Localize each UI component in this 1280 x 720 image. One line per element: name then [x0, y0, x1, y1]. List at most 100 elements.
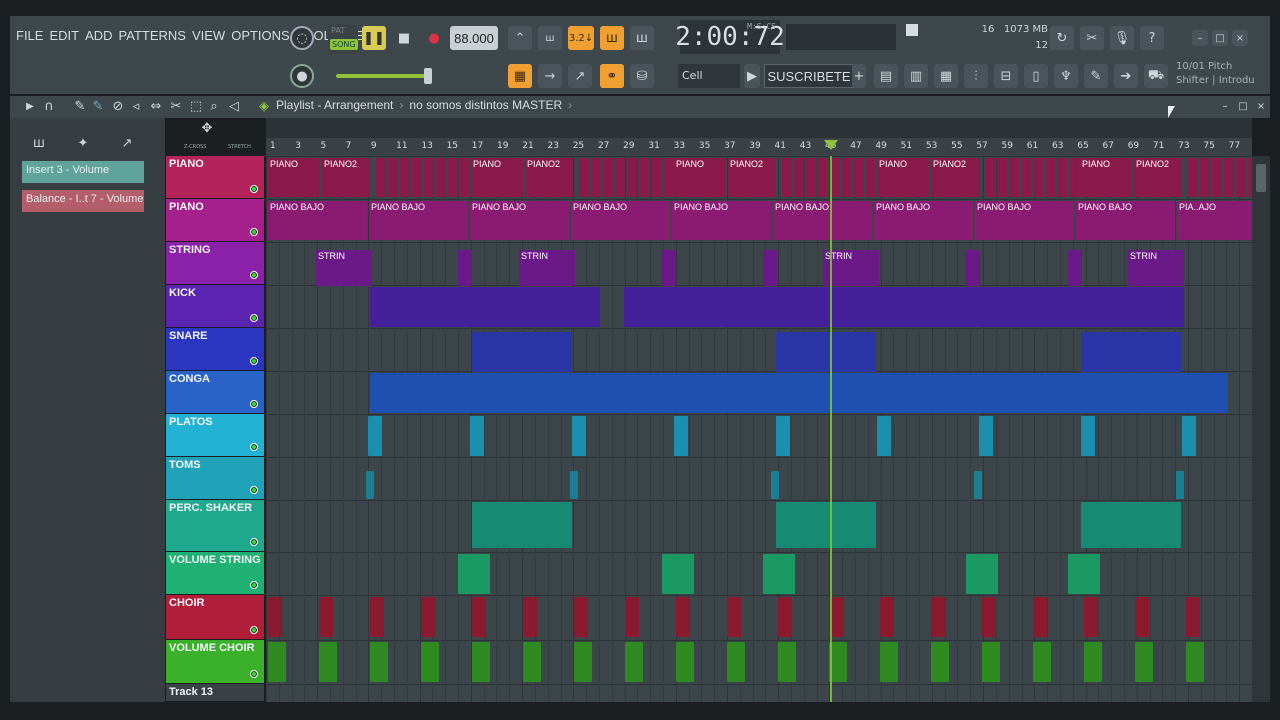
track-header-5[interactable]: SNARE	[166, 328, 264, 370]
playlist-minimize-icon[interactable]: –	[1218, 99, 1232, 113]
pattern-clip[interactable]: PIANO2	[525, 158, 573, 197]
track-header-6[interactable]: CONGA	[166, 371, 264, 413]
pattern-clip[interactable]	[421, 642, 439, 682]
track-header-12[interactable]: VOLUME CHOIR	[166, 640, 264, 683]
pattern-clip[interactable]	[1212, 158, 1222, 197]
pattern-clip[interactable]	[458, 250, 472, 286]
pattern-clip[interactable]	[1236, 158, 1246, 197]
pattern-clip[interactable]: PIANO2	[728, 158, 776, 197]
pattern-clip[interactable]	[319, 642, 337, 682]
pattern-clip[interactable]	[966, 250, 980, 286]
paint-tool-icon[interactable]: ✎	[90, 97, 106, 115]
playlist-menu-icon[interactable]: ▶	[22, 97, 38, 115]
pattern-clip[interactable]	[854, 158, 864, 197]
pattern-clip[interactable]	[1068, 554, 1100, 594]
pattern-clip[interactable]: PIANO	[877, 158, 929, 197]
pattern-clip[interactable]	[472, 332, 572, 372]
pattern-clip[interactable]	[572, 416, 586, 456]
pattern-clip[interactable]	[1021, 158, 1031, 197]
piano-roll-icon[interactable]: ▥	[904, 64, 928, 88]
pattern-clip[interactable]	[603, 158, 613, 197]
track-header-11[interactable]: CHOIR	[166, 595, 264, 639]
pattern-clip[interactable]	[818, 158, 828, 197]
track-mute-led[interactable]	[250, 626, 258, 634]
pattern-clip[interactable]	[880, 642, 898, 682]
pattern-clip[interactable]	[472, 502, 572, 548]
menu-item-file[interactable]: FILE	[16, 28, 43, 43]
playlist-grid[interactable]: PIANO PIANO2 PIANO PIANO2 PIANO PIANO2 PIANO PI…	[266, 156, 1252, 702]
pattern-clip[interactable]	[366, 471, 374, 499]
pattern-clip[interactable]	[974, 471, 982, 499]
pattern-clip[interactable]	[1176, 471, 1184, 499]
playlist-tool-icon[interactable]: ▦	[508, 64, 532, 88]
snap-select[interactable]: Cell	[678, 64, 740, 88]
pattern-clip[interactable]: PIANO BAJO	[874, 201, 973, 240]
pattern-clip[interactable]: STRIN	[519, 250, 575, 286]
pattern-clip[interactable]	[1081, 416, 1095, 456]
loop-record-icon[interactable]: ш	[630, 26, 654, 50]
project-icon[interactable]: ▯	[1024, 64, 1048, 88]
timeline-ruler[interactable]: 1 3 5 7 9 11 13 15 17 19 21 23 25 27 29 31 33 35 37 39 41 43 4…	[266, 138, 1252, 156]
pattern-clip[interactable]	[370, 642, 388, 682]
pattern-clip[interactable]	[591, 158, 601, 197]
pattern-clip[interactable]	[778, 597, 792, 637]
magnet-icon[interactable]: ∩	[40, 97, 58, 115]
song-time-display[interactable]: 2:00:72 M:S:CS	[675, 20, 785, 54]
pattern-clip[interactable]	[763, 554, 795, 594]
pattern-clip[interactable]	[458, 554, 490, 594]
pattern-clip[interactable]	[1182, 416, 1196, 456]
pattern-clip[interactable]	[370, 597, 384, 637]
pattern-clip[interactable]	[570, 471, 578, 499]
pattern-clip[interactable]	[776, 502, 876, 548]
step-edit-button[interactable]: 3.2↓	[568, 26, 594, 50]
pattern-clip[interactable]	[1069, 158, 1079, 197]
pattern-clip[interactable]	[1045, 158, 1055, 197]
pattern-clip[interactable]	[651, 158, 661, 197]
browser-icon[interactable]: ⊟	[994, 64, 1018, 88]
zoom-tool-icon[interactable]: ⌕	[206, 97, 222, 115]
pattern-clip[interactable]: PIANO BAJO	[268, 201, 367, 240]
menu-item-edit[interactable]: EDIT	[49, 28, 79, 43]
track-mute-led[interactable]	[250, 400, 258, 408]
menu-item-add[interactable]: ADD	[85, 28, 112, 43]
track-mute-led[interactable]	[250, 271, 258, 279]
pattern-clip[interactable]	[460, 158, 470, 197]
pattern-clip[interactable]	[866, 158, 876, 197]
master-pitch-knob[interactable]: ◌	[290, 26, 314, 50]
draw-tool-icon[interactable]: ✎	[72, 97, 88, 115]
audio-clips-icon[interactable]: ✦	[74, 134, 92, 152]
stamp-icon[interactable]: ⛁	[630, 64, 654, 88]
pattern-clip[interactable]	[1057, 158, 1067, 197]
track-mute-led[interactable]	[250, 185, 258, 193]
pattern-clip[interactable]: PIANO BAJO	[975, 201, 1074, 240]
pattern-clip[interactable]	[1224, 158, 1234, 197]
pattern-clip[interactable]	[979, 416, 993, 456]
master-volume-handle[interactable]	[424, 68, 432, 84]
pattern-clip[interactable]	[794, 158, 804, 197]
pattern-clip[interactable]: PIANO BAJO	[369, 201, 468, 240]
pattern-clip[interactable]: PIANO BAJO	[1076, 201, 1175, 240]
pattern-clip[interactable]	[1084, 642, 1102, 682]
tempo-display[interactable]: 88.000	[450, 26, 498, 50]
mixer-icon[interactable]: ⫶	[964, 64, 988, 88]
pattern-clip[interactable]	[782, 158, 792, 197]
pattern-clip[interactable]	[676, 597, 690, 637]
slip-tool-icon[interactable]: ⇔	[148, 97, 164, 115]
pattern-clip[interactable]	[523, 597, 537, 637]
pattern-clip[interactable]	[662, 250, 676, 286]
pattern-clip[interactable]: PIA..AJO	[1177, 201, 1252, 240]
pattern-clip[interactable]	[579, 158, 589, 197]
pattern-clip[interactable]	[1081, 332, 1181, 372]
track-header-8[interactable]: TOMS	[166, 457, 264, 499]
help-icon[interactable]: ?	[1140, 26, 1164, 50]
pattern-clip[interactable]	[472, 642, 490, 682]
pattern-clip[interactable]	[615, 158, 625, 197]
pattern-clip[interactable]	[376, 158, 386, 197]
pattern-clip[interactable]	[1200, 158, 1210, 197]
pattern-clip[interactable]: PIANO2	[322, 158, 370, 197]
pattern-clip[interactable]	[1135, 642, 1153, 682]
pattern-clip[interactable]	[472, 597, 486, 637]
mute-tool-icon[interactable]: ◃	[128, 97, 144, 115]
pattern-clip[interactable]	[448, 158, 458, 197]
pattern-clip[interactable]	[1135, 597, 1149, 637]
